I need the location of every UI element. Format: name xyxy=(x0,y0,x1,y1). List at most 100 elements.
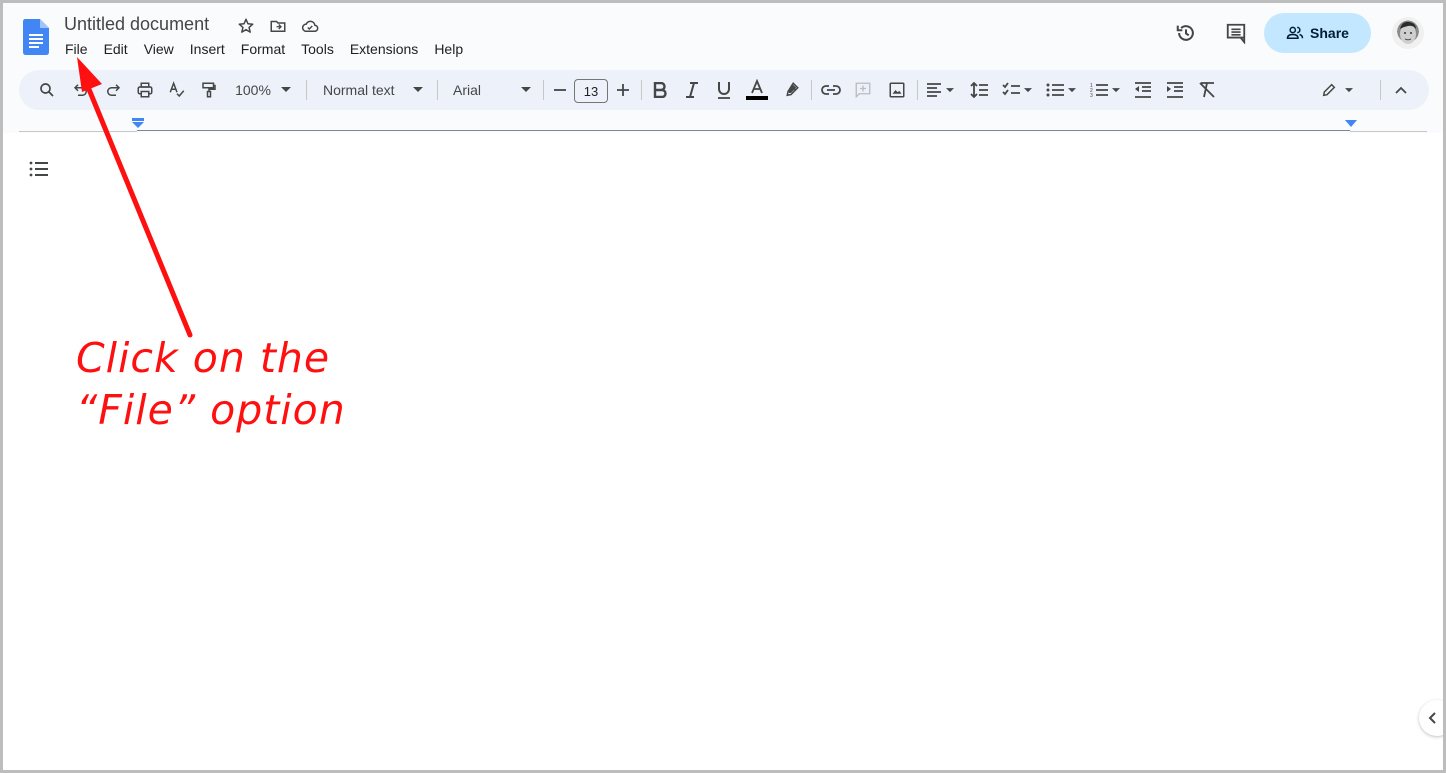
document-page[interactable] xyxy=(3,133,1443,770)
toolbar-divider xyxy=(917,80,918,100)
document-title[interactable]: Untitled document xyxy=(64,14,209,35)
insert-link-button[interactable] xyxy=(819,78,843,102)
line-spacing-icon xyxy=(970,82,988,98)
right-indent-marker[interactable] xyxy=(1345,120,1357,130)
font-size-input[interactable]: 13 xyxy=(574,79,608,103)
menu-tools[interactable]: Tools xyxy=(293,39,342,59)
paint-format-button[interactable] xyxy=(197,78,221,102)
move-to-folder-icon[interactable] xyxy=(268,16,288,36)
ruler-content-line xyxy=(137,130,1350,131)
toolbar-divider xyxy=(437,80,438,100)
align-select[interactable] xyxy=(923,78,957,102)
undo-button[interactable] xyxy=(69,78,93,102)
share-label: Share xyxy=(1310,25,1349,41)
paragraph-style-select[interactable]: Normal text xyxy=(315,78,427,102)
editing-mode-select[interactable] xyxy=(1317,78,1357,102)
menu-bar: File Edit View Insert Format Tools Exten… xyxy=(57,39,471,59)
spellcheck-button[interactable] xyxy=(165,78,189,102)
ruler xyxy=(3,113,1443,133)
comment-icon xyxy=(1226,23,1246,44)
insert-image-button[interactable] xyxy=(885,78,909,102)
search-menus-button[interactable] xyxy=(35,78,59,102)
text-color-button[interactable] xyxy=(744,78,770,102)
left-indent-marker[interactable] xyxy=(132,118,144,128)
text-color-icon xyxy=(746,79,768,100)
toolbar-divider xyxy=(641,80,642,100)
header: Untitled document File Edit View Insert … xyxy=(3,3,1443,67)
share-button[interactable]: Share xyxy=(1264,13,1371,53)
menu-view[interactable]: View xyxy=(136,39,182,59)
search-icon xyxy=(40,83,54,97)
highlight-color-button[interactable] xyxy=(779,78,803,102)
bold-button[interactable] xyxy=(648,78,672,102)
add-comment-icon xyxy=(855,82,871,99)
cloud-saved-icon[interactable] xyxy=(300,16,320,36)
toolbar-divider xyxy=(811,80,812,100)
annotation-text: Click on the “File” option xyxy=(76,334,346,434)
insert-image-icon xyxy=(889,82,905,98)
increase-indent-icon xyxy=(1167,82,1183,98)
toolbar-divider xyxy=(1380,80,1381,100)
ruler-margin-left xyxy=(19,131,137,132)
svg-text:3: 3 xyxy=(1090,93,1093,98)
zoom-select[interactable]: 100% xyxy=(229,78,297,102)
version-history-button[interactable] xyxy=(1170,17,1202,49)
menu-file[interactable]: File xyxy=(57,39,96,59)
menu-insert[interactable]: Insert xyxy=(182,39,233,59)
menu-edit[interactable]: Edit xyxy=(96,39,136,59)
font-family-value: Arial xyxy=(453,82,482,98)
history-icon xyxy=(1176,25,1194,41)
dropdown-arrow-icon xyxy=(280,87,291,92)
print-icon xyxy=(137,82,153,98)
italic-button[interactable] xyxy=(680,78,704,102)
editing-mode-icon xyxy=(1322,83,1336,97)
toolbar-divider xyxy=(306,80,307,100)
bulleted-list-button[interactable] xyxy=(1043,78,1079,102)
toolbar-divider xyxy=(543,80,544,100)
star-icon[interactable] xyxy=(236,16,256,36)
paragraph-style-value: Normal text xyxy=(323,82,395,98)
decrease-indent-button[interactable] xyxy=(1131,78,1155,102)
add-comment-button[interactable] xyxy=(851,78,875,102)
increase-indent-button[interactable] xyxy=(1163,78,1187,102)
redo-button[interactable] xyxy=(101,78,125,102)
link-icon xyxy=(821,85,841,95)
comments-button[interactable] xyxy=(1220,17,1252,49)
align-left-icon xyxy=(927,83,941,97)
decrease-font-size-button[interactable] xyxy=(550,78,570,102)
outline-list-icon xyxy=(29,161,48,177)
line-spacing-button[interactable] xyxy=(967,78,991,102)
menu-format[interactable]: Format xyxy=(233,39,293,59)
menu-help[interactable]: Help xyxy=(426,39,471,59)
numbered-list-icon: 123 xyxy=(1090,83,1108,98)
decrease-indent-icon xyxy=(1135,82,1151,98)
undo-icon xyxy=(73,84,87,96)
hide-menus-button[interactable] xyxy=(1389,78,1413,102)
italic-icon xyxy=(686,82,698,98)
show-outline-button[interactable] xyxy=(27,157,51,181)
dropdown-arrow-icon xyxy=(412,87,423,92)
font-family-select[interactable]: Arial xyxy=(445,78,535,102)
print-button[interactable] xyxy=(133,78,157,102)
underline-icon xyxy=(718,82,730,99)
dropdown-arrow-icon xyxy=(1024,87,1032,92)
highlight-icon xyxy=(786,82,799,97)
bulleted-list-icon xyxy=(1046,83,1064,97)
numbered-list-button[interactable]: 123 xyxy=(1087,78,1123,102)
clear-formatting-icon xyxy=(1199,82,1215,98)
menu-extensions[interactable]: Extensions xyxy=(342,39,426,59)
bold-icon xyxy=(653,82,667,98)
checklist-button[interactable] xyxy=(999,78,1035,102)
clear-formatting-button[interactable] xyxy=(1195,78,1219,102)
toolbar: 100% Normal text Arial 13 1 2 3 xyxy=(19,70,1429,110)
docs-logo-icon[interactable] xyxy=(23,19,49,55)
dropdown-arrow-icon xyxy=(1068,87,1076,92)
increase-font-icon xyxy=(617,84,629,96)
increase-font-size-button[interactable] xyxy=(613,78,633,102)
underline-button[interactable] xyxy=(712,78,736,102)
ruler-margin-right xyxy=(1350,131,1427,132)
decrease-font-icon xyxy=(554,89,566,91)
dropdown-arrow-icon xyxy=(946,87,954,92)
people-icon xyxy=(1286,26,1304,39)
account-avatar[interactable] xyxy=(1392,17,1424,49)
